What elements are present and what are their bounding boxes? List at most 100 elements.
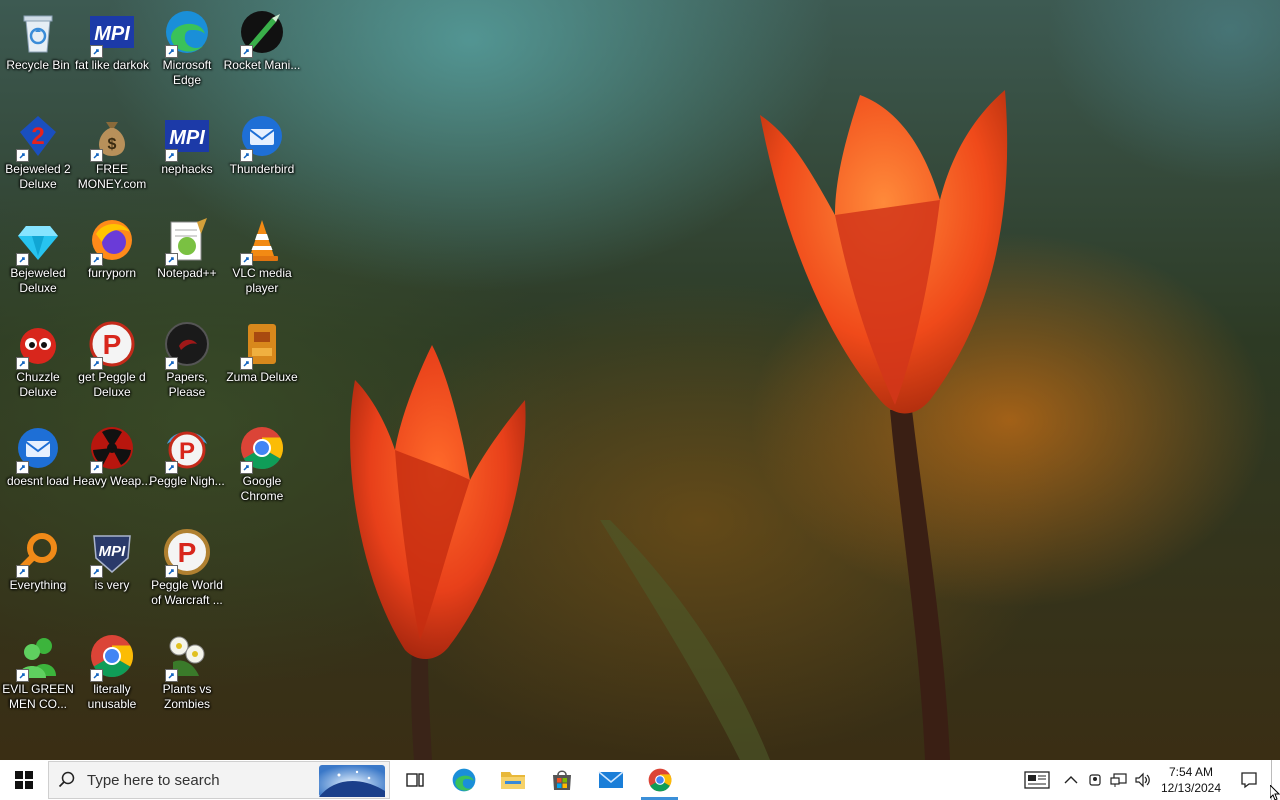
taskbar-chrome-button[interactable]	[635, 760, 684, 800]
desktop-icon-peggle-wow[interactable]: P Peggle World of Warcraft ...	[149, 520, 225, 620]
task-view-icon	[405, 773, 424, 787]
desktop-icon-evil-green-men[interactable]: EVIL GREEN MEN CO...	[0, 624, 76, 724]
taskbar-mail-button[interactable]	[586, 760, 635, 800]
desktop-icon-label: nephacks	[161, 162, 213, 176]
desktop-icon-literally-unusable[interactable]: literally unusable	[74, 624, 150, 724]
taskbar-store-button[interactable]	[537, 760, 586, 800]
start-button[interactable]	[0, 760, 48, 800]
svg-text:P: P	[179, 438, 195, 465]
desktop-icon-fat-like-darkok[interactable]: MPI fat like darkok	[74, 0, 150, 100]
chrome-icon	[648, 768, 671, 792]
desktop-icon-label: Recycle Bin	[6, 58, 70, 72]
task-view-button[interactable]	[390, 760, 439, 800]
store-icon	[552, 770, 571, 790]
desktop-icon-papers-please[interactable]: Papers, Please	[149, 312, 225, 412]
svg-text:MPI: MPI	[169, 127, 205, 149]
desktop-icon-label: Peggle World of Warcraft ...	[151, 578, 223, 607]
news-icon	[1024, 771, 1050, 789]
speaker-icon	[1135, 772, 1150, 788]
taskbar-search-box[interactable]	[48, 761, 390, 799]
desktop-icon-zuma[interactable]: Zuma Deluxe	[224, 312, 300, 412]
show-hidden-icons-button[interactable]	[1059, 760, 1083, 800]
desktop-icon-vlc[interactable]: VLC media player	[224, 208, 300, 308]
desktop-icon-label: Microsoft Edge	[162, 58, 212, 87]
action-center-button[interactable]	[1227, 760, 1271, 800]
desktop-icon-free-money[interactable]: $ FREE MONEY.com	[74, 104, 150, 204]
desktop-icon-bejeweled-2[interactable]: 2 Bejeweled 2 Deluxe	[0, 104, 76, 204]
shortcut-arrow-icon	[240, 149, 253, 162]
desktop-icon-label: literally unusable	[87, 682, 137, 711]
desktop-icon-label: get Peggle d Deluxe	[78, 370, 146, 399]
svg-text:P: P	[103, 329, 122, 360]
desktop-icon-label: Papers, Please	[166, 370, 208, 399]
desktop-icon-label: fat like darkok	[74, 58, 150, 72]
network-button[interactable]	[1107, 760, 1131, 800]
desktop-icon-label: Bejeweled Deluxe	[10, 266, 66, 295]
taskbar-edge-button[interactable]	[439, 760, 488, 800]
notification-icon	[1241, 772, 1257, 789]
desktop-icon-label: EVIL GREEN MEN CO...	[2, 682, 74, 711]
desktop-icon-label: Zuma Deluxe	[226, 370, 298, 384]
desktop-icon-doesnt-load[interactable]: doesnt load	[0, 416, 76, 516]
shortcut-arrow-icon	[16, 149, 29, 162]
clock[interactable]: 7:54 AM 12/13/2024	[1155, 764, 1227, 796]
shortcut-arrow-icon	[165, 253, 178, 266]
shortcut-arrow-icon	[16, 565, 29, 578]
recycle-bin-icon	[23, 15, 53, 53]
desktop-icon-label: Notepad++	[157, 266, 217, 280]
clock-date: 12/13/2024	[1160, 781, 1222, 795]
desktop-icon-label: VLC media player	[232, 266, 292, 295]
folder-icon	[500, 772, 525, 789]
desktop-icon-heavy-weapon[interactable]: Heavy Weap...	[72, 416, 152, 516]
desktop-icon-plants-vs-zombies[interactable]: Plants vs Zombies	[149, 624, 225, 724]
desktop-icon-label: Chuzzle Deluxe	[16, 370, 60, 399]
svg-text:$: $	[108, 136, 117, 153]
windows-logo-icon	[15, 771, 33, 789]
desktop-icon-label: furryporn	[87, 266, 137, 280]
shortcut-arrow-icon	[90, 357, 103, 370]
desktop-icon-recycle-bin[interactable]: Recycle Bin	[0, 0, 76, 100]
desktop-icon-label: Plants vs Zombies	[162, 682, 212, 711]
volume-button[interactable]	[1131, 760, 1155, 800]
shortcut-arrow-icon	[90, 149, 103, 162]
svg-text:2: 2	[31, 123, 44, 150]
desktop-icon-everything[interactable]: Everything	[0, 520, 76, 620]
shortcut-arrow-icon	[90, 253, 103, 266]
shortcut-arrow-icon	[165, 357, 178, 370]
shortcut-arrow-icon	[90, 45, 103, 58]
desktop-icon-label: Google Chrome	[240, 474, 284, 503]
desktop-icon-chuzzle[interactable]: Chuzzle Deluxe	[0, 312, 76, 412]
desktop-icon-furryporn[interactable]: furryporn	[74, 208, 150, 308]
shortcut-arrow-icon	[165, 461, 178, 474]
desktop-icon-thunderbird[interactable]: Thunderbird	[224, 104, 300, 204]
shortcut-arrow-icon	[165, 669, 178, 682]
desktop-icon-get-peggle[interactable]: P get Peggle d Deluxe	[74, 312, 150, 412]
desktop-icon-google-chrome[interactable]: Google Chrome	[224, 416, 300, 516]
desktop-icon-is-very[interactable]: MPI is very	[74, 520, 150, 620]
svg-text:MPI: MPI	[94, 23, 130, 45]
news-widget-button[interactable]	[1015, 760, 1059, 800]
shortcut-arrow-icon	[16, 357, 29, 370]
desktop-icon-label: is very	[94, 578, 130, 592]
shortcut-arrow-icon	[240, 357, 253, 370]
meet-now-button[interactable]	[1083, 760, 1107, 800]
shortcut-arrow-icon	[165, 149, 178, 162]
desktop-icon-nephacks[interactable]: MPI nephacks	[149, 104, 225, 204]
taskbar: 7:54 AM 12/13/2024	[0, 760, 1280, 800]
desktop-icon-notepad-plus-plus[interactable]: Notepad++	[149, 208, 225, 308]
svg-text:P: P	[178, 537, 197, 568]
desktop-icon-label: Bejeweled 2 Deluxe	[5, 162, 71, 191]
desktop-icon-microsoft-edge[interactable]: Microsoft Edge	[149, 0, 225, 100]
shortcut-arrow-icon	[240, 253, 253, 266]
search-input[interactable]	[85, 770, 309, 790]
chevron-up-icon	[1064, 776, 1078, 784]
search-highlight-image	[319, 765, 385, 797]
taskbar-file-explorer-button[interactable]	[488, 760, 537, 800]
desktop-icon-label: Heavy Weap...	[72, 474, 152, 488]
desktop-icon-peggle-nights[interactable]: P Peggle Nigh...	[149, 416, 225, 516]
shortcut-arrow-icon	[16, 461, 29, 474]
edge-icon	[452, 768, 475, 792]
desktop-icon-rocket-mania[interactable]: Rocket Mani...	[224, 0, 300, 100]
desktop-icon-bejeweled-deluxe[interactable]: Bejeweled Deluxe	[0, 208, 76, 308]
network-icon	[1110, 773, 1127, 787]
